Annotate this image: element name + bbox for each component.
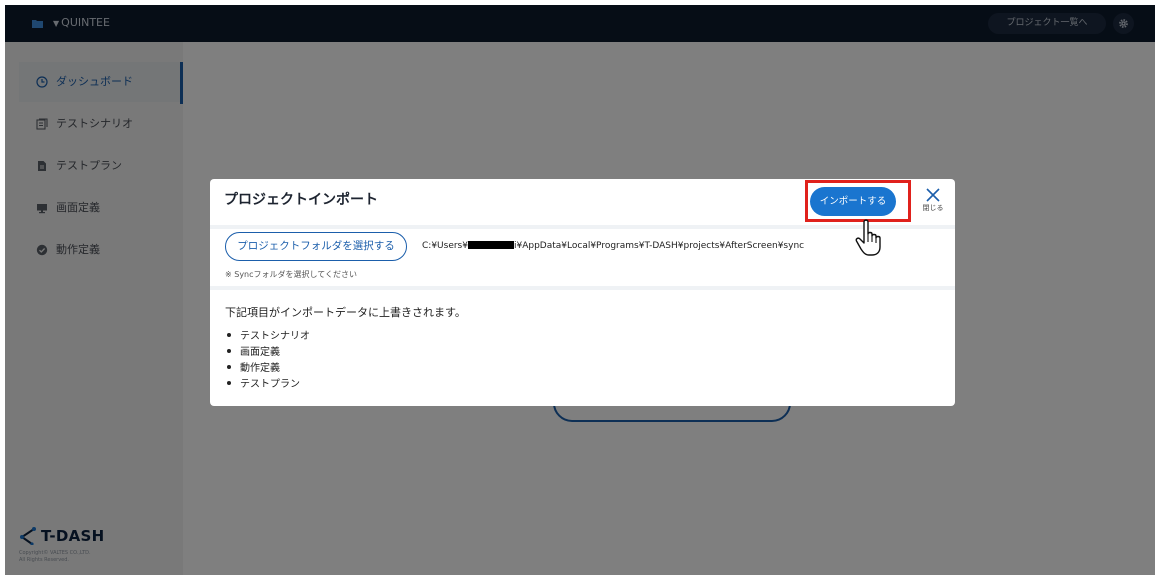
list-item-label: 動作定義 <box>240 363 280 374</box>
path-prefix: C:¥Users¥ <box>422 241 468 251</box>
list-item: 画面定義 <box>225 345 310 361</box>
close-button[interactable]: 閉じる <box>920 187 946 221</box>
list-item: テストシナリオ <box>225 329 310 345</box>
list-item-label: テストプラン <box>240 379 300 390</box>
folder-path: C:¥Users¥ i¥AppData¥Local¥Programs¥T-DASH… <box>422 240 804 252</box>
import-dialog: プロジェクトインポート インポートする 閉じる プロジェクトフォルダを選択する … <box>210 179 955 406</box>
bullet-icon <box>227 365 231 369</box>
bullet-icon <box>227 349 231 353</box>
app-window: ▼QUINTEE プロジェクト一覧へ ダッシュボード <box>5 5 1155 575</box>
highlight-frame <box>805 180 911 222</box>
divider <box>210 225 955 229</box>
path-suffix: i¥AppData¥Local¥Programs¥T-DASH¥projects… <box>513 241 805 251</box>
hand-cursor-icon <box>855 219 881 256</box>
dialog-title: プロジェクトインポート <box>224 192 378 208</box>
redacted-block <box>467 241 514 249</box>
divider <box>210 286 955 290</box>
sync-note: ※ Syncフォルダを選択してください <box>225 270 358 279</box>
list-item-label: 画面定義 <box>240 347 280 358</box>
list-item: 動作定義 <box>225 361 310 377</box>
bullet-icon <box>227 381 231 385</box>
list-item: テストプラン <box>225 377 310 393</box>
close-label: 閉じる <box>922 204 944 212</box>
bullet-icon <box>227 333 231 337</box>
select-folder-button[interactable]: プロジェクトフォルダを選択する <box>225 232 407 261</box>
overwrite-description: 下記項目がインポートデータに上書きされます。 <box>225 306 466 319</box>
close-icon <box>926 188 940 202</box>
overwrite-list: テストシナリオ 画面定義 動作定義 テストプラン <box>225 329 310 393</box>
list-item-label: テストシナリオ <box>240 331 310 342</box>
